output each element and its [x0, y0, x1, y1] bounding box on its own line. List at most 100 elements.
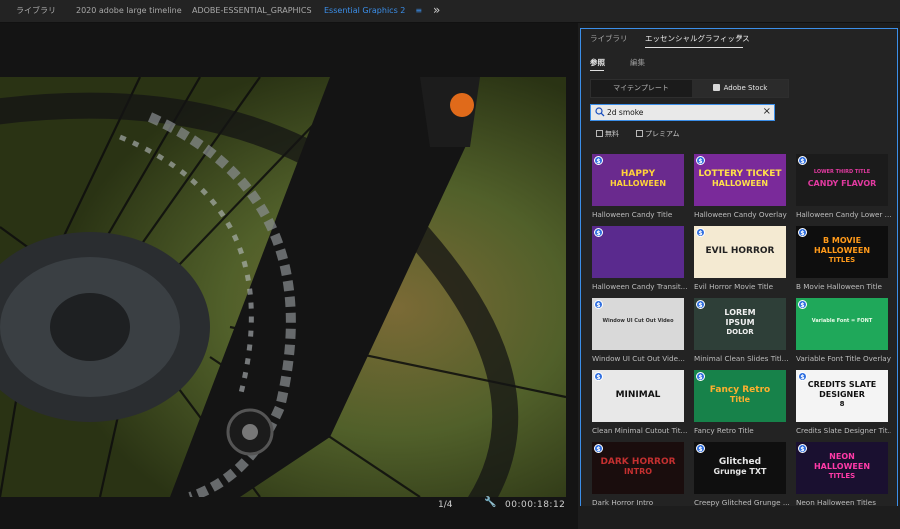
template-thumbnail: $ Variable Font = FONT	[796, 298, 888, 350]
thumbnail-text: DOLOR	[726, 328, 754, 336]
template-thumbnail: $ Glitched Grunge TXT	[694, 442, 786, 494]
thumbnail-text: INTRO	[623, 467, 653, 476]
adobe-stock-icon	[712, 84, 720, 91]
template-title: Minimal Clean Slides Titl...	[694, 354, 789, 363]
checkbox-box	[596, 130, 603, 137]
template-card[interactable]: $ Window UI Cut Out Video Window UI Cut Ou…	[592, 298, 685, 370]
template-card[interactable]: $ Halloween Candy Transit...	[592, 226, 687, 298]
premium-dollar-icon: $	[594, 156, 603, 165]
thumbnail-text: Window UI Cut Out Video	[602, 318, 674, 324]
template-card[interactable]: $ LOREM IPSUM DOLOR Minimal Clean Slides Tit…	[694, 298, 789, 370]
search-box: ×	[590, 104, 775, 121]
workspace-bar: ライブラリ 2020 adobe large timeline ADOBE-ES…	[0, 0, 900, 23]
active-tab-indicator	[645, 47, 743, 48]
template-card[interactable]: $ HAPPY HALLOWEEN Halloween Candy Title	[592, 154, 684, 226]
premium-dollar-icon: $	[798, 228, 807, 237]
premium-dollar-icon: $	[696, 156, 705, 165]
adobe-stock-label: Adobe Stock	[723, 84, 768, 92]
template-card[interactable]: $ DARK HORROR INTRO Dark Horror Intro	[592, 442, 684, 509]
template-thumbnail: $ Window UI Cut Out Video	[592, 298, 684, 350]
template-thumbnail: $ DARK HORROR INTRO	[592, 442, 684, 494]
search-input[interactable]	[607, 106, 757, 119]
template-thumbnail: $	[592, 226, 684, 278]
thumbnail-text: HALLOWEEN	[711, 179, 769, 188]
thumbnail-text: Title	[729, 395, 751, 404]
template-title: Clean Minimal Cutout Tit...	[592, 426, 687, 435]
workspace-tab-library[interactable]: ライブラリ	[16, 0, 56, 22]
thumbnail-text: LOTTERY TICKET	[698, 169, 782, 179]
thumbnail-text: DARK HORROR	[600, 457, 676, 467]
wrench-icon[interactable]: 🔧	[484, 497, 496, 508]
template-title: Window UI Cut Out Vide...	[592, 354, 685, 363]
panel-menu-icon[interactable]: ≡	[736, 32, 743, 41]
template-card[interactable]: $ NEON HALLOWEEN TITLES Neon Halloween Title…	[796, 442, 888, 509]
thumbnail-text: NEON	[829, 452, 855, 461]
template-grid: $ HAPPY HALLOWEEN Halloween Candy Title $ LOT…	[592, 154, 892, 509]
premium-dollar-icon: $	[594, 228, 603, 237]
template-card[interactable]: $ EVIL HORROR Evil Horror Movie Title	[694, 226, 786, 298]
template-thumbnail: $ LOTTERY TICKET HALLOWEEN	[694, 154, 786, 206]
template-thumbnail: $ Fancy Retro Title	[694, 370, 786, 422]
template-card[interactable]: $ Variable Font = FONT Variable Font Title…	[796, 298, 891, 370]
thumbnail-text: CANDY FLAVOR	[807, 179, 877, 188]
thumbnail-text: EVIL HORROR	[705, 246, 775, 256]
thumbnail-text: TITLES	[828, 256, 856, 264]
workspace-tab-essential-graphics-2[interactable]: Essential Graphics 2 ≡	[324, 0, 422, 22]
template-title: Halloween Candy Transit...	[592, 282, 687, 291]
thumbnail-text: LOREM	[724, 308, 756, 317]
zoom-select[interactable]: 1/4	[438, 500, 452, 510]
subtab-indicator	[590, 70, 604, 71]
thumbnail-text: HALLOWEEN	[813, 462, 871, 471]
premium-dollar-icon: $	[696, 228, 705, 237]
essential-graphics-panel: ライブラリ エッセンシャルグラフィックス ≡ 参照 編集 マイテンプレート Ad…	[580, 28, 898, 509]
subtab-browse[interactable]: 参照	[590, 57, 605, 68]
template-title: Halloween Candy Overlay	[694, 210, 787, 219]
my-templates-button[interactable]: マイテンプレート	[591, 80, 691, 97]
template-card[interactable]: $ LOWER THIRD TITLE CANDY FLAVOR Halloween …	[796, 154, 891, 226]
template-card[interactable]: $ B MOVIE HALLOWEEN TITLES B Movie Halloween…	[796, 226, 888, 298]
template-card[interactable]: $ LOTTERY TICKET HALLOWEEN Halloween Candy …	[694, 154, 787, 226]
hamburger-menu-icon[interactable]: ≡	[415, 0, 422, 22]
template-card[interactable]: $ Fancy Retro Title Fancy Retro Title	[694, 370, 786, 442]
thumbnail-text: MINIMAL	[615, 390, 661, 400]
premium-dollar-icon: $	[696, 300, 705, 309]
adobe-stock-button[interactable]: Adobe Stock	[692, 80, 788, 97]
thumbnail-text: TITLES	[828, 472, 856, 480]
template-title: Evil Horror Movie Title	[694, 282, 774, 291]
panel-tab-library[interactable]: ライブラリ	[590, 33, 628, 44]
workspace-tab-essential-graphics[interactable]: ADOBE-ESSENTIAL_GRAPHICS	[192, 0, 312, 22]
search-icon	[595, 107, 605, 117]
thumbnail-text: CREDITS SLATE	[807, 380, 877, 389]
bicycle-wheel-image	[0, 77, 566, 497]
filter-premium-checkbox[interactable]: プレミアム	[636, 129, 680, 140]
thumbnail-text: HALLOWEEN	[813, 246, 871, 255]
panel-tab-essential-graphics[interactable]: エッセンシャルグラフィックス	[645, 33, 750, 44]
thumbnail-text: B MOVIE	[822, 236, 862, 245]
filter-free-checkbox[interactable]: 無料	[596, 129, 619, 140]
template-title: Fancy Retro Title	[694, 426, 754, 435]
template-title: Credits Slate Designer Tit...	[796, 426, 891, 435]
filter-free-label: 無料	[605, 130, 619, 138]
premium-dollar-icon: $	[696, 372, 705, 381]
thumbnail-text: HALLOWEEN	[609, 179, 667, 188]
template-card[interactable]: $ Glitched Grunge TXT Creepy Glitched Grung…	[694, 442, 789, 509]
thumbnail-text: Grunge TXT	[713, 467, 767, 476]
template-card[interactable]: $ MINIMAL Clean Minimal Cutout Tit...	[592, 370, 687, 442]
chevron-double-right-icon[interactable]: »	[433, 0, 440, 22]
premium-dollar-icon: $	[798, 444, 807, 453]
template-title: Halloween Candy Title	[592, 210, 673, 219]
workspace-tab-large-timeline[interactable]: 2020 adobe large timeline	[76, 0, 182, 22]
thumbnail-text: 8	[839, 400, 845, 408]
template-thumbnail: $ LOWER THIRD TITLE CANDY FLAVOR	[796, 154, 888, 206]
template-title: Variable Font Title Overlay	[796, 354, 891, 363]
subtab-edit[interactable]: 編集	[630, 57, 645, 68]
template-card[interactable]: $ CREDITS SLATE DESIGNER 8 Credits Slate Des…	[796, 370, 891, 442]
template-thumbnail: $ LOREM IPSUM DOLOR	[694, 298, 786, 350]
premium-dollar-icon: $	[798, 300, 807, 309]
video-frame	[0, 77, 566, 497]
close-icon[interactable]: ×	[763, 106, 771, 118]
premium-dollar-icon: $	[696, 444, 705, 453]
thumbnail-text: HAPPY	[620, 169, 656, 179]
template-thumbnail: $ HAPPY HALLOWEEN	[592, 154, 684, 206]
thumbnail-text: Fancy Retro	[709, 385, 771, 395]
